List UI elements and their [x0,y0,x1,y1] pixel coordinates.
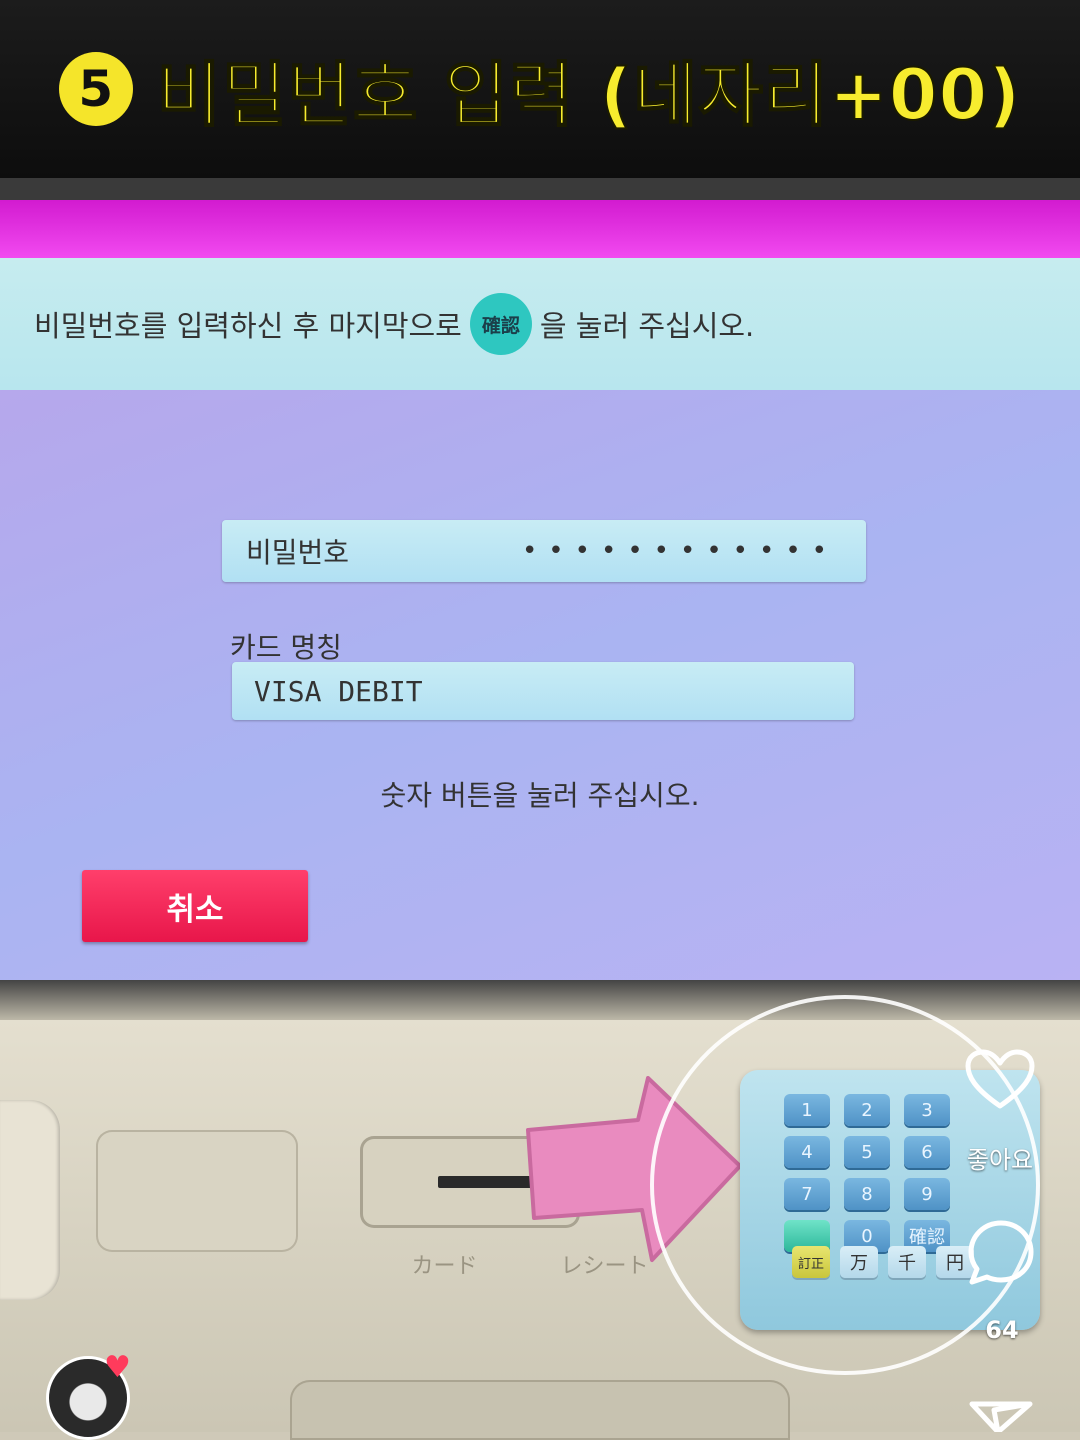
instruction-text-after: 을 눌러 주십시오. [539,309,755,343]
share-icon[interactable] [968,1398,1034,1432]
panel-recess [96,1130,298,1252]
caption-title: 비밀번호 입력 (네자리+00) [156,53,1022,137]
instruction-text-before: 비밀번호를 입력하신 후 마지막으로 [34,309,462,343]
card-name-field: VISA DEBIT [232,662,854,720]
card-name-label: 카드 명칭 [230,631,342,664]
magenta-header-strip [0,200,1080,258]
comment-count: 64 [985,1316,1019,1344]
password-mask: •••••••••••• [521,536,838,566]
bottom-tray [290,1380,790,1440]
caption-bar: 5 비밀번호 입력 (네자리+00) [0,0,1080,178]
slot-label-card: カード [411,1254,478,1279]
atm-screen: 비밀번호를 입력하신 후 마지막으로 確認 을 눌러 주십시오. 비밀번호 ••… [0,258,1080,980]
left-handle [0,1100,60,1300]
avatar-heart-icon: ♥ [104,1350,131,1385]
confirm-chip: 確認 [469,293,532,355]
cancel-button[interactable]: 취소 [82,870,308,942]
password-label: 비밀번호 [246,536,350,569]
heart-icon[interactable] [964,1048,1036,1112]
instruction-bar: 비밀번호를 입력하신 후 마지막으로 確認 을 눌러 주십시오. [0,258,1080,390]
step-badge: 5 [58,52,133,126]
comment-icon[interactable] [966,1218,1036,1288]
like-label: 좋아요 [966,1146,1034,1174]
numeric-prompt: 숫자 버튼을 눌러 주십시오. [380,779,700,812]
password-field[interactable]: 비밀번호 •••••••••••• [222,520,866,582]
